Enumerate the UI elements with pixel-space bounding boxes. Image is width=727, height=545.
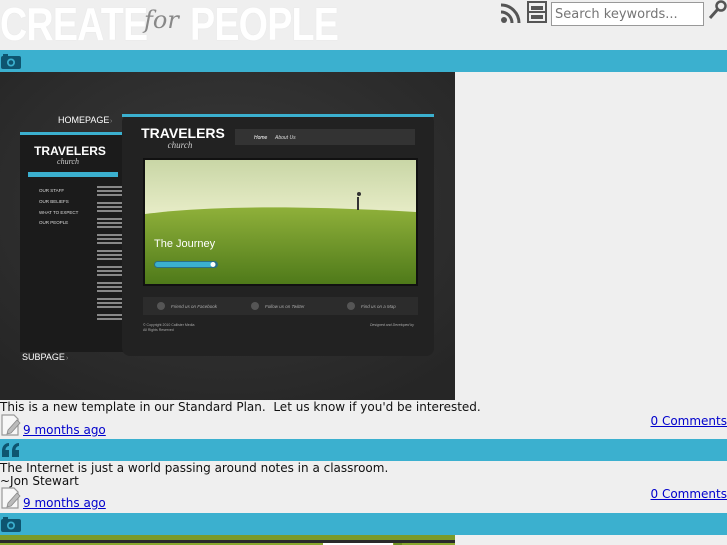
edit-icon[interactable] [0, 414, 22, 436]
logo-word-for: for [144, 6, 179, 34]
comments-link[interactable]: 0 Comments [651, 487, 727, 501]
quote-post-bar [0, 439, 727, 461]
label-subpage: SUBPAGE [22, 352, 65, 362]
edit-icon[interactable] [0, 487, 22, 509]
site-header: CREATE for PEOPLE [0, 0, 727, 50]
quote-icon [2, 443, 19, 457]
menu-home: Home [254, 135, 268, 141]
photo-post-bar [0, 50, 727, 72]
footer-copyright: © Copyright 2010 Callister Media [143, 323, 194, 327]
journey-title: The Journey [154, 238, 216, 250]
template-preview-image: TRAVELERS church OUR STAFF OUR BELIEFS W… [0, 72, 455, 400]
post-caption: This is a new template in our Standard P… [0, 400, 481, 414]
footer-designed: Designed and Developed by [370, 323, 414, 327]
label-homepage: HOMEPAGE [58, 115, 109, 125]
comments-link[interactable]: 0 Comments [651, 414, 727, 428]
sidebar-item: OUR PEOPLE [39, 220, 68, 225]
camera-icon [1, 54, 21, 69]
logo-word-people: PEOPLE [190, 0, 339, 50]
sidebar-item: OUR STAFF [39, 188, 64, 193]
footer-rights: All Rights Reserved [143, 328, 174, 332]
rss-icon[interactable] [500, 2, 522, 24]
front-brand-sub: church [168, 140, 193, 150]
camera-icon [1, 517, 21, 532]
sidebar-item: OUR BELIEFS [39, 199, 69, 204]
post-time-link[interactable]: 9 months ago [23, 496, 106, 510]
sitemap-icon[interactable] [526, 1, 548, 23]
sidebar-item: WHAT TO EXPECT [39, 210, 79, 215]
back-brand-title: TRAVELERS [34, 144, 106, 158]
search-input[interactable] [551, 2, 704, 26]
menu-about: About Us [274, 135, 296, 141]
post-meta: 9 months ago 0 Comments [0, 487, 727, 511]
search-icon[interactable] [708, 0, 727, 20]
social-twitter: Follow us on Twitter [265, 304, 305, 309]
front-brand-title: TRAVELERS [141, 125, 225, 141]
post-photo[interactable]: TRAVELERS church OUR STAFF OUR BELIEFS W… [0, 72, 455, 400]
logo-word-create: CREATE [0, 0, 148, 50]
next-post-image [0, 540, 455, 545]
social-map: Find us on a Map [361, 304, 396, 309]
social-facebook: Friend us on Facebook [171, 304, 218, 309]
back-brand-sub: church [57, 157, 79, 166]
post-time-link[interactable]: 9 months ago [23, 423, 106, 437]
post-photo[interactable] [0, 535, 455, 545]
photo-post-bar [0, 513, 727, 535]
post-meta: 9 months ago 0 Comments [0, 414, 727, 438]
